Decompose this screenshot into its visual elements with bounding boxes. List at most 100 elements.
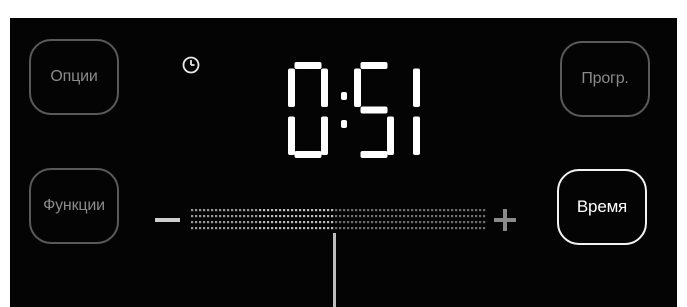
slider-dot (371, 209, 374, 212)
slider-dot (439, 209, 442, 212)
slider-dot (419, 209, 422, 212)
slider-dot (479, 221, 482, 224)
slider-dot (295, 215, 298, 218)
slider-dot (467, 209, 470, 212)
slider-dot (299, 221, 302, 224)
slider-dot (207, 215, 210, 218)
slider-dot (199, 209, 202, 212)
slider-dot (219, 227, 222, 230)
slider-dot (479, 227, 482, 230)
slider-dot (367, 209, 370, 212)
minus-icon[interactable] (155, 218, 180, 222)
segment-e (288, 116, 295, 155)
slider-dot (463, 215, 466, 218)
slider-dot (351, 215, 354, 218)
slider-dot (319, 227, 322, 230)
slider-dot (275, 221, 278, 224)
slider-dot (255, 227, 258, 230)
slider-dot (203, 221, 206, 224)
time-button-label: Время (576, 197, 628, 216)
slider-dot (323, 215, 326, 218)
slider-dot (231, 215, 234, 218)
slider-dot (383, 215, 386, 218)
preheat-button[interactable]: Прогр. (560, 41, 650, 117)
slider-dot (287, 221, 290, 224)
slider-dot (371, 221, 374, 224)
slider-dot (311, 227, 314, 230)
slider-dot (351, 209, 354, 212)
slider-dot (419, 215, 422, 218)
slider-dot (339, 227, 342, 230)
slider-dot (199, 221, 202, 224)
slider-dot (319, 209, 322, 212)
slider-dot (387, 227, 390, 230)
slider-dot (311, 209, 314, 212)
slider-dot (455, 227, 458, 230)
slider-dot (339, 215, 342, 218)
preheat-button-label: Прогр. (581, 70, 629, 87)
slider-dot (259, 215, 262, 218)
slider-dot (447, 215, 450, 218)
slider-dot (483, 215, 486, 218)
slider-dot (303, 227, 306, 230)
slider-dot (243, 209, 246, 212)
segment-d (360, 151, 388, 158)
slider-dot (271, 215, 274, 218)
slider-dot (307, 221, 310, 224)
slider-dot (459, 215, 462, 218)
slider-dot (279, 215, 282, 218)
slider-dot (451, 221, 454, 224)
slider-dot (331, 221, 334, 224)
slider-dot (415, 221, 418, 224)
slider-dot (283, 221, 286, 224)
slider-dot (415, 215, 418, 218)
slider-dot (355, 221, 358, 224)
slider-dot (211, 215, 214, 218)
slider-dot (299, 227, 302, 230)
slider-dot (239, 221, 242, 224)
slider-dot (375, 227, 378, 230)
options-button[interactable]: Опции (29, 39, 119, 115)
slider-dots (191, 209, 486, 230)
functions-button[interactable]: Функции (29, 168, 119, 244)
slider-dot (243, 221, 246, 224)
slider-dot (371, 215, 374, 218)
slider-dot (251, 227, 254, 230)
slider-dot (235, 215, 238, 218)
slider-dot (215, 209, 218, 212)
slider-dot (219, 209, 222, 212)
slider-dot (231, 227, 234, 230)
slider-dot (239, 227, 242, 230)
slider-dot (275, 209, 278, 212)
slider-dot (447, 209, 450, 212)
slider-dot (435, 221, 438, 224)
slider-dot (463, 227, 466, 230)
slider-dot (223, 227, 226, 230)
slider-dot (391, 227, 394, 230)
slider-dot (347, 215, 350, 218)
slider-dot (471, 227, 474, 230)
slider-dot (327, 209, 330, 212)
time-button[interactable]: Время (557, 169, 647, 245)
slider-dot (479, 209, 482, 212)
slider-dot (247, 221, 250, 224)
slider-dot (343, 221, 346, 224)
slider-dot (255, 209, 258, 212)
slider-dot (207, 209, 210, 212)
slider-dot (191, 209, 194, 212)
slider-dot (483, 209, 486, 212)
slider-dot (399, 227, 402, 230)
slider-dot (471, 215, 474, 218)
slider-dot (363, 227, 366, 230)
slider-dot (451, 209, 454, 212)
slider-dot (427, 209, 430, 212)
slider-dot (383, 227, 386, 230)
level-slider[interactable] (190, 205, 486, 233)
slider-dot (451, 215, 454, 218)
slider-dot (403, 227, 406, 230)
slider-dot (435, 215, 438, 218)
slider-dot (387, 215, 390, 218)
options-button-label: Опции (50, 68, 98, 85)
slider-dot (359, 215, 362, 218)
slider-dot (203, 227, 206, 230)
